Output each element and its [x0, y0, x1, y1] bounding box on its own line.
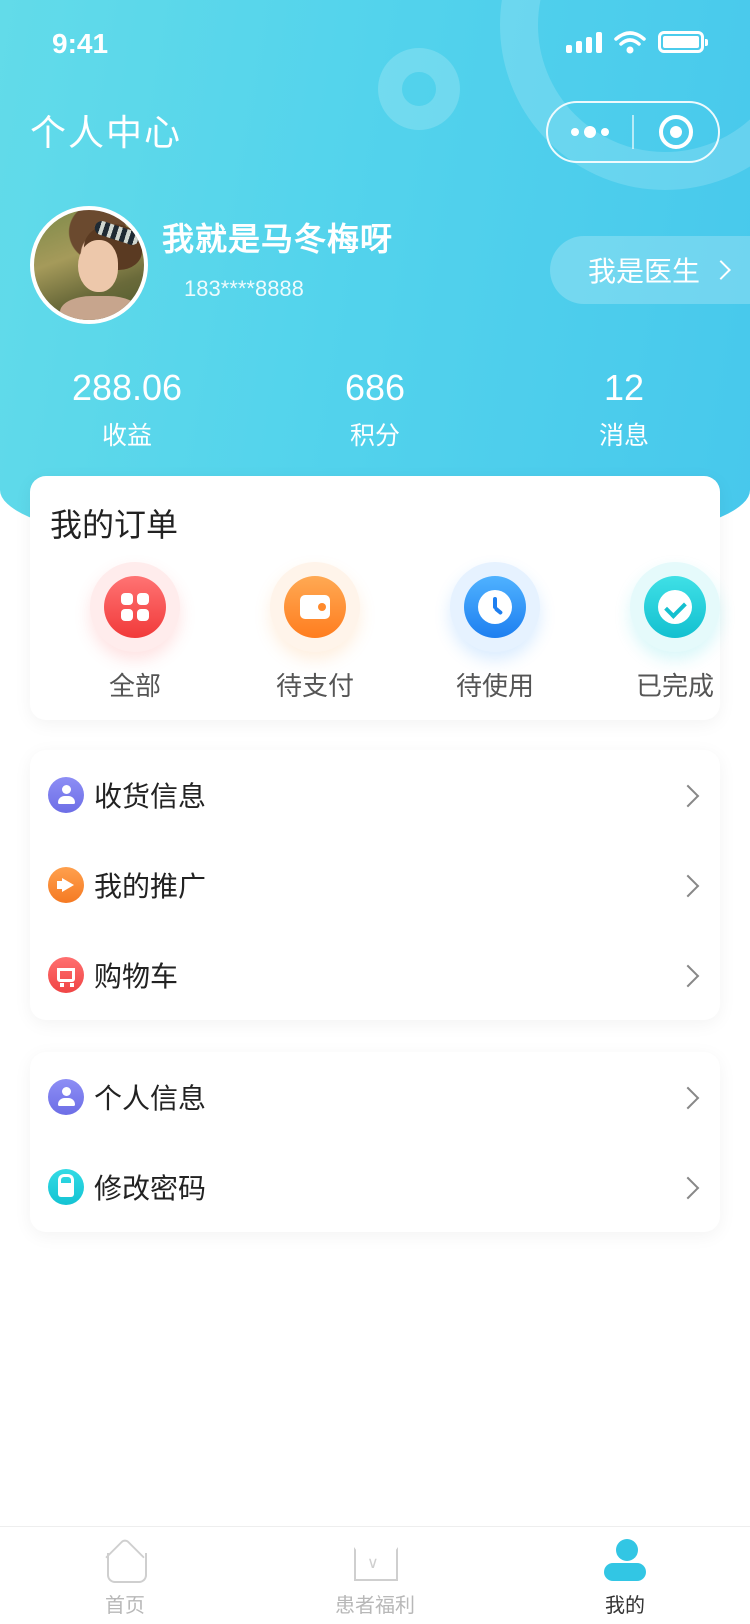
- chevron-right-icon: [676, 784, 700, 808]
- stat-earnings[interactable]: 288.06 收益: [37, 368, 217, 452]
- profile-icon: [602, 1539, 648, 1583]
- order-completed[interactable]: 已完成: [615, 562, 735, 703]
- battery-icon: [658, 31, 708, 53]
- tab-mine[interactable]: 我的: [500, 1527, 750, 1624]
- stat-value: 12: [603, 367, 645, 408]
- page-title: 个人中心: [30, 113, 183, 154]
- menu-card-account: 个人信息 修改密码: [30, 1052, 720, 1232]
- menu-label: 收货信息: [94, 780, 207, 813]
- wifi-icon: [614, 31, 646, 54]
- chevron-right-icon: [676, 964, 700, 988]
- grid-icon: [104, 576, 166, 638]
- menu-item-change-password[interactable]: 修改密码: [30, 1142, 720, 1232]
- user-icon: [48, 777, 84, 813]
- status-time: 9:41: [52, 28, 109, 59]
- tab-label: 首页: [105, 1593, 145, 1617]
- tab-home[interactable]: 首页: [0, 1527, 250, 1624]
- chevron-right-icon: [676, 1176, 700, 1200]
- profile-page: 9:41 个人中心 我就是马冬梅呀 183****8888 我是医生 288.0…: [0, 0, 750, 1624]
- stat-value: 288.06: [71, 367, 183, 408]
- more-dots-icon: [571, 128, 579, 136]
- menu-item-personal-info[interactable]: 个人信息: [30, 1052, 720, 1142]
- stat-label: 消息: [598, 421, 649, 450]
- chevron-right-icon: [676, 1086, 700, 1110]
- order-to-use[interactable]: 待使用: [435, 562, 555, 703]
- wallet-icon: [284, 576, 346, 638]
- home-icon: [103, 1539, 147, 1583]
- menu-item-cart[interactable]: 购物车: [30, 930, 720, 1020]
- target-icon: [658, 115, 693, 149]
- stat-label: 收益: [101, 421, 152, 450]
- cart-icon: [48, 957, 84, 993]
- tab-label: 我的: [605, 1593, 645, 1617]
- order-all[interactable]: 全部: [75, 562, 195, 703]
- check-icon: [644, 576, 706, 638]
- user-name: 我就是马冬梅呀: [162, 220, 394, 258]
- miniprogram-capsule: [546, 101, 720, 163]
- orders-title: 我的订单: [50, 506, 179, 544]
- signal-icon: [566, 31, 602, 53]
- order-label: 已完成: [635, 672, 714, 702]
- tab-label: 患者福利: [335, 1593, 415, 1617]
- menu-label: 个人信息: [94, 1082, 207, 1115]
- user-phone: 183****8888: [184, 276, 304, 301]
- order-label: 待使用: [455, 672, 534, 702]
- stat-label: 积分: [349, 421, 400, 450]
- status-icons: [566, 30, 708, 54]
- menu-label: 购物车: [94, 960, 179, 993]
- doctor-switch-button[interactable]: 我是医生: [550, 236, 750, 304]
- order-label: 待支付: [275, 672, 354, 702]
- stat-value: 686: [344, 367, 406, 408]
- menu-label: 我的推广: [94, 870, 207, 903]
- menu-item-promotion[interactable]: 我的推广: [30, 840, 720, 930]
- tab-patient-benefits[interactable]: 患者福利: [250, 1527, 500, 1624]
- tab-bar: 首页 患者福利 我的: [0, 1526, 750, 1624]
- decorative-ring-small: [378, 48, 460, 130]
- avatar[interactable]: [30, 206, 148, 324]
- doctor-switch-label: 我是医生: [588, 255, 701, 288]
- order-pending-payment[interactable]: 待支付: [255, 562, 375, 703]
- chevron-right-icon: [711, 260, 731, 280]
- orders-card: 我的订单 全部 待支付 待使用 已完成: [30, 476, 720, 720]
- clock-icon: [464, 576, 526, 638]
- more-options-button[interactable]: [548, 103, 632, 161]
- menu-label: 修改密码: [94, 1172, 207, 1205]
- menu-item-shipping-info[interactable]: 收货信息: [30, 750, 720, 840]
- lock-icon: [48, 1169, 84, 1205]
- crown-icon: [352, 1539, 398, 1583]
- order-label: 全部: [108, 672, 161, 702]
- chevron-right-icon: [676, 874, 700, 898]
- person-icon: [48, 1079, 84, 1115]
- menu-card-services: 收货信息 我的推广 购物车: [30, 750, 720, 1020]
- close-miniprogram-button[interactable]: [634, 103, 718, 161]
- stat-messages[interactable]: 12 消息: [534, 368, 714, 452]
- stat-points[interactable]: 686 积分: [285, 368, 465, 452]
- megaphone-icon: [48, 867, 84, 903]
